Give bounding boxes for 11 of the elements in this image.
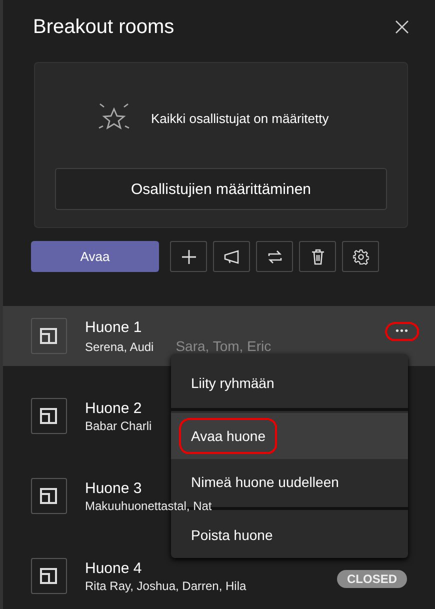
room-name: Huone 2 [85, 400, 143, 416]
room-participants: Makuuhuonettastal, Nat [85, 498, 212, 512]
room-participants: Rita Ray, Joshua, Darren, Hila [85, 578, 246, 592]
assignment-status: Kaikki osallistujat on määritetty [151, 110, 329, 126]
room-participants: Babar Charli [85, 418, 152, 432]
room-participants: Sara, Tom, Eric [176, 338, 272, 354]
status-badge: CLOSED [336, 570, 407, 588]
room-name: Huone 1 [85, 318, 143, 336]
room-name: Huone 4 [85, 560, 143, 576]
room-participants: Serena, Audi [85, 340, 154, 354]
panel-title: Breakout rooms [33, 16, 174, 38]
